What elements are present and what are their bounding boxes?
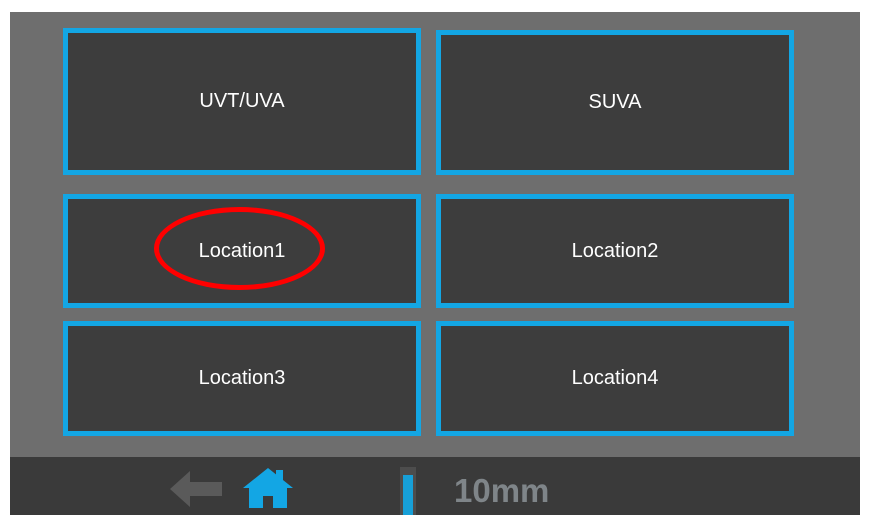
uvt-uva-button[interactable]: UVT/UVA: [63, 28, 421, 175]
back-arrow-icon[interactable]: [170, 471, 222, 507]
device-screen: UVT/UVA SUVA Location1 Location2 Locatio…: [10, 12, 860, 515]
bottom-navigation-bar: 10mm: [10, 457, 860, 515]
location2-button-label: Location2: [571, 239, 659, 262]
location1-button[interactable]: Location1: [63, 194, 421, 308]
location1-button-label: Location1: [198, 239, 286, 262]
left-page-edge: [0, 0, 10, 515]
location4-button[interactable]: Location4: [436, 321, 794, 436]
suva-button-label: SUVA: [588, 91, 642, 113]
right-page-edge: [860, 0, 872, 515]
path-length-label: 10mm: [454, 472, 550, 509]
suva-button[interactable]: SUVA: [436, 30, 794, 175]
location2-button[interactable]: Location2: [436, 194, 794, 308]
location4-button-label: Location4: [571, 367, 659, 389]
location3-button-label: Location3: [198, 367, 286, 389]
uvt-uva-button-label: UVT/UVA: [199, 90, 285, 112]
cuvette-icon: [397, 467, 419, 515]
location3-button[interactable]: Location3: [63, 321, 421, 436]
home-icon[interactable]: [243, 468, 293, 508]
